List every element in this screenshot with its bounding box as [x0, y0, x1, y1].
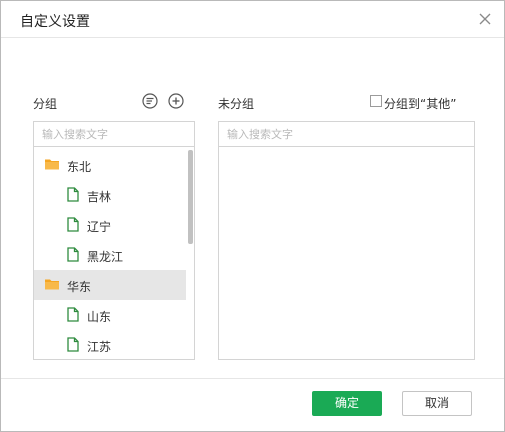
tree-item-label: 东北 — [67, 160, 92, 174]
custom-settings-dialog: 自定义设置 分组 东北吉林辽宁黑龙江华东山东江苏 未 — [0, 0, 505, 432]
tree-item-label: 江苏 — [87, 340, 112, 354]
close-icon[interactable] — [478, 11, 492, 25]
scrollbar-track[interactable] — [186, 148, 194, 359]
tree-file-item[interactable]: 吉林 — [34, 180, 186, 210]
tree-item-label: 黑龙江 — [87, 250, 124, 264]
sort-list-icon[interactable] — [142, 93, 158, 109]
tree-item-label: 山东 — [87, 310, 112, 324]
checkbox-box[interactable] — [370, 95, 382, 107]
tree-folder-item[interactable]: 华东 — [34, 270, 186, 300]
ungrouped-search-input[interactable] — [219, 122, 474, 147]
tree-file-item[interactable]: 黑龙江 — [34, 240, 186, 270]
tree-item-label: 吉林 — [87, 190, 112, 204]
cancel-button[interactable]: 取消 — [402, 391, 472, 416]
ok-button[interactable]: 确定 — [312, 391, 382, 416]
dialog-title: 自定义设置 — [20, 14, 90, 30]
grouped-label: 分组 — [33, 97, 58, 111]
dialog-footer: 确定 取消 — [1, 378, 504, 431]
group-search-input[interactable] — [34, 122, 194, 147]
group-tree-panel: 东北吉林辽宁黑龙江华东山东江苏 — [33, 121, 195, 360]
ungrouped-label: 未分组 — [218, 97, 255, 111]
scrollbar-thumb[interactable] — [188, 150, 193, 244]
tree-file-item[interactable]: 山东 — [34, 300, 186, 330]
tree-item-label: 华东 — [67, 280, 92, 294]
tree-file-item[interactable]: 辽宁 — [34, 210, 186, 240]
ungrouped-list-panel — [218, 121, 475, 360]
tree-file-item[interactable]: 江苏 — [34, 330, 186, 359]
tree-folder-item[interactable]: 东北 — [34, 150, 186, 180]
checkbox-label: 分组到“其他” — [384, 97, 457, 111]
dialog-header: 自定义设置 — [1, 1, 504, 38]
add-circle-icon[interactable] — [168, 93, 184, 109]
tree-item-label: 辽宁 — [87, 220, 112, 234]
